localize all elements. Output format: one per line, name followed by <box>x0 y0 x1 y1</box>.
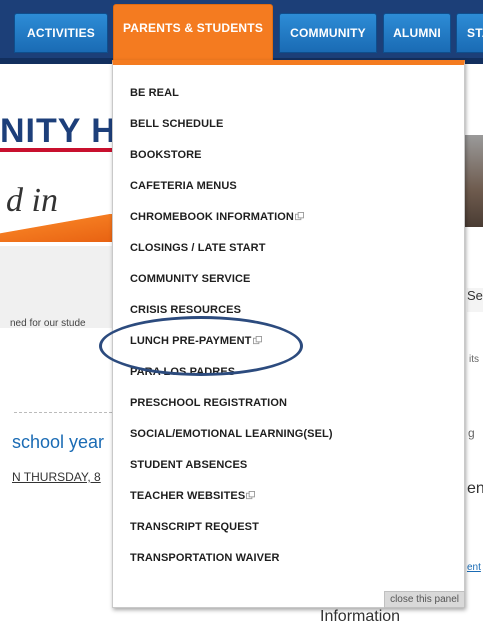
menu-item-be-real[interactable]: BE REAL <box>130 87 179 99</box>
grey-band <box>0 246 112 328</box>
menu-item-label: STUDENT ABSENCES <box>130 459 248 471</box>
menu-item-transcript-request[interactable]: TRANSCRIPT REQUEST <box>130 521 259 533</box>
menu-item-label: PARA LOS PADRES <box>130 366 236 378</box>
intro-snippet: ned for our stude <box>10 318 86 329</box>
menu-item-student-absences[interactable]: STUDENT ABSENCES <box>130 459 247 471</box>
logo-underline <box>0 148 112 152</box>
orange-banner-wave <box>0 214 112 242</box>
menu-item-bookstore[interactable]: BOOKSTORE <box>130 149 202 161</box>
section-divider <box>14 412 112 413</box>
menu-item-label: PRESCHOOL REGISTRATION <box>130 397 288 409</box>
nav-tab-parents-students[interactable]: PARENTS & STUDENTS <box>113 4 273 62</box>
external-link-icon <box>294 212 304 221</box>
menu-item-preschool-registration[interactable]: PRESCHOOL REGISTRATION <box>130 397 287 409</box>
right-column-text-2: g <box>468 426 475 440</box>
right-column-text: its <box>469 354 479 365</box>
menu-item-community-service[interactable]: COMMUNITY SERVICE <box>130 273 250 285</box>
right-column-heading: en <box>467 480 483 497</box>
menu-item-label: BOOKSTORE <box>130 149 202 161</box>
building-photo <box>465 135 483 227</box>
nav-tab-staff[interactable]: STA <box>456 13 483 53</box>
menu-item-social-emotional-learning[interactable]: SOCIAL/EMOTIONAL LEARNING(SEL) <box>130 428 333 440</box>
nav-tab-community[interactable]: COMMUNITY <box>279 13 377 53</box>
menu-item-bell-schedule[interactable]: BELL SCHEDULE <box>130 118 223 130</box>
menu-item-label: BE REAL <box>130 87 179 99</box>
external-link-icon <box>252 336 262 345</box>
news-headline-link[interactable]: school year <box>12 432 104 453</box>
menu-item-label: CRISIS RESOURCES <box>130 304 242 316</box>
menu-item-transportation-waiver[interactable]: TRANSPORTATION WAIVER <box>130 552 280 564</box>
information-heading: Information <box>320 608 401 625</box>
menu-item-label: TRANSCRIPT REQUEST <box>130 521 259 533</box>
close-panel-button[interactable]: close this panel <box>384 591 465 608</box>
menu-item-chromebook-information[interactable]: CHROMEBOOK INFORMATION <box>130 211 304 223</box>
menu-item-lunch-pre-payment[interactable]: LUNCH PRE-PAYMENT <box>130 335 262 347</box>
menu-item-label: CAFETERIA MENUS <box>130 180 237 192</box>
menu-item-label: COMMUNITY SERVICE <box>130 273 251 285</box>
menu-item-label: BELL SCHEDULE <box>130 118 224 130</box>
menu-item-closings-late-start[interactable]: CLOSINGS / LATE START <box>130 242 266 254</box>
menu-item-label: CLOSINGS / LATE START <box>130 242 266 254</box>
external-link-icon <box>246 491 256 500</box>
menu-item-label: TRANSPORTATION WAIVER <box>130 552 280 564</box>
menu-item-label: CHROMEBOOK INFORMATION <box>130 211 294 223</box>
parents-students-dropdown: BE REAL BELL SCHEDULE BOOKSTORE CAFETERI… <box>112 60 465 608</box>
menu-item-label: LUNCH PRE-PAYMENT <box>130 335 252 347</box>
nav-tab-activities[interactable]: ACTIVITIES <box>14 13 108 53</box>
school-logo-text: NITY HI <box>0 112 128 150</box>
news-date-text: N THURSDAY, 8 <box>12 470 101 484</box>
right-column-link[interactable]: ent <box>467 562 481 573</box>
nav-tab-alumni[interactable]: ALUMNI <box>383 13 451 53</box>
search-box-edge[interactable]: Se <box>467 288 483 312</box>
menu-item-cafeteria-menus[interactable]: CAFETERIA MENUS <box>130 180 237 192</box>
menu-item-label: SOCIAL/EMOTIONAL LEARNING(SEL) <box>130 428 333 440</box>
menu-item-label: TEACHER WEBSITES <box>130 490 246 502</box>
menu-item-teacher-websites[interactable]: TEACHER WEBSITES <box>130 490 256 502</box>
menu-item-crisis-resources[interactable]: CRISIS RESOURCES <box>130 304 241 316</box>
menu-item-para-los-padres[interactable]: PARA LOS PADRES <box>130 366 235 378</box>
